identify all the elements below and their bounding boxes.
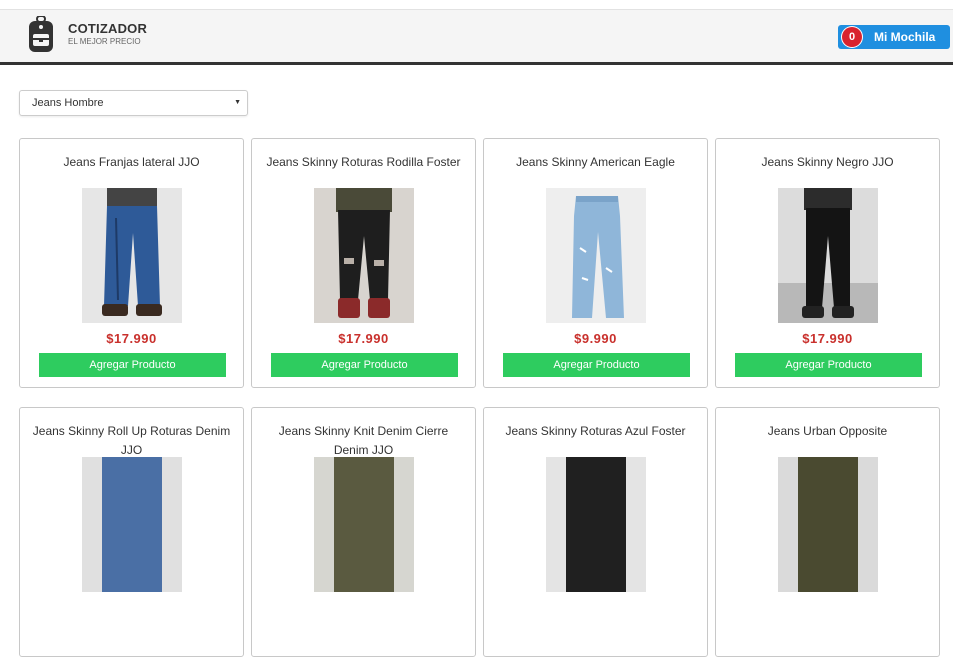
add-product-button[interactable]: Agregar Producto <box>503 353 690 377</box>
product-title: Jeans Urban Opposite <box>767 424 888 438</box>
product-title: Jeans Skinny Roll Up Roturas Denim JJO <box>32 424 231 457</box>
header: COTIZADOR EL MEJOR PRECIO 0 Mi Mochila <box>0 9 953 65</box>
product-card: Jeans Skinny Roturas Azul Foster <box>483 407 708 657</box>
chevron-down-icon: ▼ <box>234 99 241 106</box>
product-card: Jeans Skinny American Eagle $9.990 Agreg… <box>483 138 708 388</box>
product-image[interactable] <box>314 457 414 592</box>
backpack-icon[interactable] <box>24 15 58 54</box>
product-price: $17.990 <box>338 331 389 346</box>
product-image[interactable] <box>546 188 646 323</box>
product-card: Jeans Skinny Roll Up Roturas Denim JJO <box>19 407 244 657</box>
brand[interactable]: COTIZADOR EL MEJOR PRECIO <box>68 22 147 47</box>
product-title: Jeans Skinny American Eagle <box>516 155 675 169</box>
product-card: Jeans Urban Opposite <box>715 407 940 657</box>
product-image[interactable] <box>314 188 414 323</box>
product-card: Jeans Skinny Knit Denim Cierre Denim JJO <box>251 407 476 657</box>
product-card: Jeans Franjas lateral JJO $17.990 Agrega… <box>19 138 244 388</box>
product-title: Jeans Skinny Knit Denim Cierre Denim JJO <box>278 424 449 457</box>
product-title: Jeans Skinny Roturas Azul Foster <box>505 424 686 438</box>
cart-count-badge: 0 <box>842 27 862 47</box>
top-strip <box>0 0 953 9</box>
category-select[interactable]: Jeans Hombre ▼ <box>19 90 248 116</box>
add-product-button[interactable]: Agregar Producto <box>271 353 458 377</box>
product-price: $17.990 <box>802 331 853 346</box>
product-image[interactable] <box>546 457 646 592</box>
cart-button[interactable]: 0 Mi Mochila <box>838 25 950 49</box>
product-price: $17.990 <box>106 331 157 346</box>
product-card: Jeans Skinny Roturas Rodilla Foster $17.… <box>251 138 476 388</box>
product-card: Jeans Skinny Negro JJO $17.990 Agregar P… <box>715 138 940 388</box>
category-select-value: Jeans Hombre <box>32 97 104 109</box>
cart-label: Mi Mochila <box>874 30 936 44</box>
product-title: Jeans Skinny Roturas Rodilla Foster <box>266 155 461 169</box>
product-image[interactable] <box>82 188 182 323</box>
brand-name: COTIZADOR <box>68 21 148 36</box>
product-image[interactable] <box>778 457 878 592</box>
product-price: $9.990 <box>574 331 617 346</box>
brand-tagline: EL MEJOR PRECIO <box>68 37 141 46</box>
product-title: Jeans Skinny Negro JJO <box>761 155 894 169</box>
add-product-button[interactable]: Agregar Producto <box>735 353 922 377</box>
product-image[interactable] <box>82 457 182 592</box>
product-image[interactable] <box>778 188 878 323</box>
product-title: Jeans Franjas lateral JJO <box>63 155 200 169</box>
add-product-button[interactable]: Agregar Producto <box>39 353 226 377</box>
